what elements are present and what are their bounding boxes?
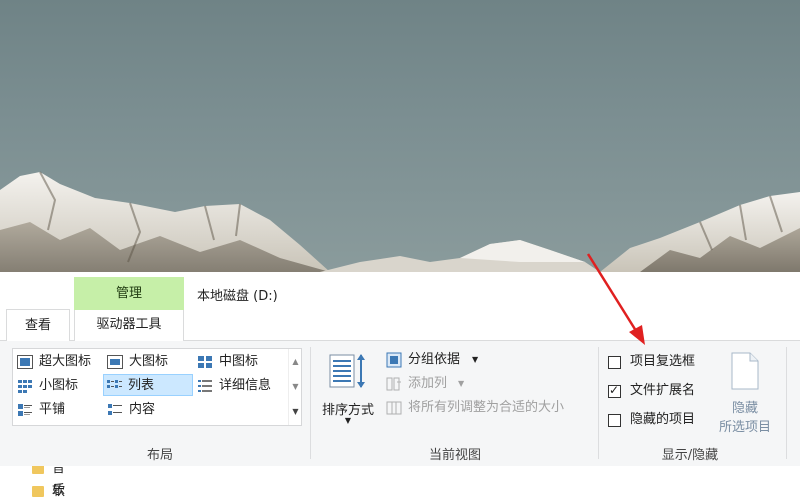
hidden-items-checkbox[interactable] [608,414,621,427]
layout-small-icons[interactable]: 小图标 [15,375,103,397]
medium-icons-icon [198,356,212,368]
navigation-pane: 音乐 软件 [0,466,800,500]
group-label-current-view: 当前视图 [428,448,481,463]
mountain-landscape [0,171,800,272]
file-explorer-window: 管理 查看 驱动器工具 本地磁盘 (D:) 超大图标 大图标 中图标 小图标 列… [0,272,800,500]
hidden-items-label: 隐藏的项目 [630,412,696,427]
group-divider [786,347,787,459]
gallery-scrollbar[interactable]: ▲ ▼ ▼ [288,349,302,425]
layout-item-label: 内容 [129,402,156,417]
file-name-extensions-checkbox[interactable]: ✓ [608,383,621,398]
add-columns-icon [386,377,401,391]
ribbon-view-panel: 超大图标 大图标 中图标 小图标 列表 详细信息 平铺 内容 ▲ ▼ ▼ 布局 … [0,341,800,467]
layout-item-label: 小图标 [39,378,79,393]
layout-content[interactable]: 内容 [105,399,193,421]
layout-item-label: 中图标 [219,354,259,369]
layout-extra-large-icons[interactable]: 超大图标 [15,351,103,373]
add-columns-label: 添加列 [408,376,448,391]
desktop-wallpaper [0,0,800,272]
large-icons-icon [107,355,123,369]
folder-icon [32,466,44,474]
group-by-label: 分组依据 [408,352,461,367]
layout-medium-icons[interactable]: 中图标 [195,351,285,373]
hide-selected-icon [731,352,759,390]
sort-by-button[interactable]: 排序方式 ▼ [316,351,380,431]
ribbon-tab-bar: 管理 查看 驱动器工具 本地磁盘 (D:) [0,272,800,341]
details-view-icon [198,380,212,392]
item-check-boxes-checkbox[interactable] [608,356,621,369]
tab-drive-tools[interactable]: 驱动器工具 [74,310,184,341]
hide-selected-items-button[interactable]: 隐藏 所选项目 [712,351,778,435]
small-icons-icon [18,380,32,393]
file-name-extensions-label: 文件扩展名 [630,383,696,398]
scroll-up-icon[interactable]: ▲ [289,349,302,374]
group-divider [598,347,599,459]
chevron-down-icon: ▼ [472,355,479,364]
tiles-view-icon [18,404,32,416]
tab-view[interactable]: 查看 [6,309,70,341]
layout-large-icons[interactable]: 大图标 [105,351,193,373]
layout-details[interactable]: 详细信息 [195,375,287,397]
content-view-icon [108,404,122,415]
layout-item-label: 超大图标 [39,354,92,369]
hide-selected-label-line2: 所选项目 [718,420,771,435]
list-view-icon [107,380,122,388]
layout-item-label: 大图标 [129,354,169,369]
checkmark-icon: ✓ [609,383,620,397]
layout-item-label: 平铺 [39,402,66,417]
extra-large-icons-icon [17,355,33,369]
item-check-boxes-label: 项目复选框 [630,354,696,369]
scroll-down-icon[interactable]: ▼ [289,374,302,399]
layout-item-label: 详细信息 [219,378,272,393]
layout-list[interactable]: 列表 [103,374,193,396]
group-by-icon [386,352,402,368]
nav-item-label: 软件 [52,484,66,499]
chevron-down-icon: ▼ [458,379,465,388]
layout-item-label: 列表 [128,378,155,393]
layout-gallery: 超大图标 大图标 中图标 小图标 列表 详细信息 平铺 内容 ▲ ▼ ▼ [12,348,302,426]
size-all-columns-label: 将所有列调整为合适的大小 [408,400,565,415]
folder-icon [32,486,44,497]
hide-selected-label-line1: 隐藏 [731,401,758,416]
tab-manage-context-group[interactable]: 管理 [74,277,184,310]
gallery-expand-icon[interactable]: ▼ [289,399,302,424]
group-label-show-hide: 显示/隐藏 [661,448,719,463]
group-divider [310,347,311,459]
size-columns-icon [386,401,402,415]
group-label-layout: 布局 [146,448,173,463]
layout-tiles[interactable]: 平铺 [15,399,103,421]
window-title: 本地磁盘 (D:) [197,289,278,304]
sort-by-icon [329,354,365,388]
